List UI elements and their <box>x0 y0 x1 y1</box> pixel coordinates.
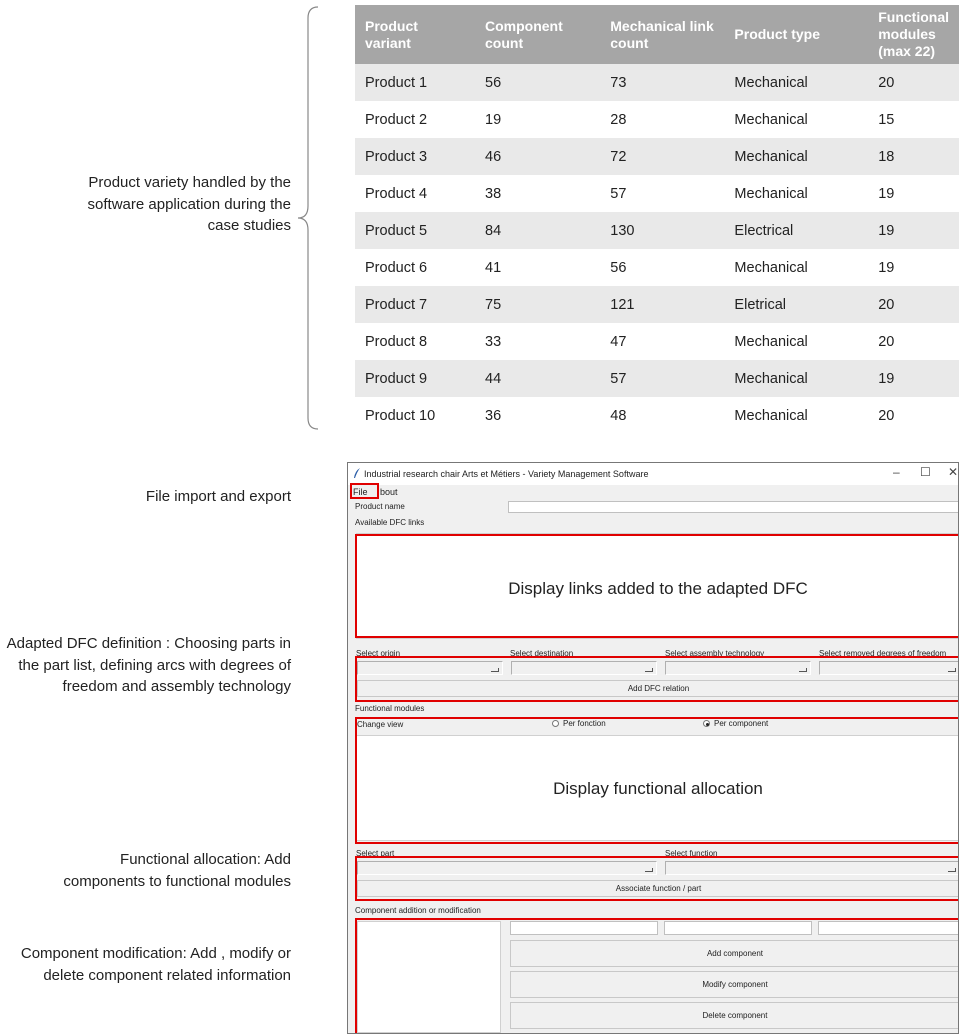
annotation-component-modification: Component modification: Add , modify or … <box>20 945 291 984</box>
table-cell: Product 5 <box>355 212 475 249</box>
component-section-label: Component addition or modification <box>355 906 481 915</box>
table-cell: 19 <box>868 360 959 397</box>
table-cell: 15 <box>868 101 959 138</box>
table-row: Product 7 75 121 Eletrical 20 <box>355 286 959 323</box>
table-cell: 121 <box>600 286 725 323</box>
table-row: Product 5 84 130 Electrical 19 <box>355 212 959 249</box>
annotation-product-variety: Product variety handled by the software … <box>87 174 291 234</box>
table-row: Product 4 38 57 Mechanical 19 <box>355 175 959 212</box>
table-cell: 57 <box>600 360 725 397</box>
table-row: Product 9 44 57 Mechanical 19 <box>355 360 959 397</box>
table-cell: Mechanical <box>724 397 869 434</box>
functional-modules-label: Functional modules <box>355 704 425 713</box>
table-cell: 47 <box>600 323 725 360</box>
highlight-links-panel <box>355 534 958 638</box>
table-cell: Product 6 <box>355 249 475 286</box>
table-cell: 20 <box>868 64 959 101</box>
table-cell: Mechanical <box>724 138 869 175</box>
column-header: Functional modules (max 22) <box>868 5 959 64</box>
table-cell: Product 9 <box>355 360 475 397</box>
maximize-button[interactable]: ☐ <box>920 465 931 479</box>
curly-brace-icon <box>297 6 319 430</box>
table-row: Product 10 36 48 Mechanical 20 <box>355 397 959 434</box>
table-cell: Product 8 <box>355 323 475 360</box>
table-row: Product 8 33 47 Mechanical 20 <box>355 323 959 360</box>
table-cell: 48 <box>600 397 725 434</box>
table-cell: 36 <box>475 397 601 434</box>
table-cell: 20 <box>868 286 959 323</box>
table-cell: 33 <box>475 323 601 360</box>
table-cell: Mechanical <box>724 175 869 212</box>
table-cell: Product 3 <box>355 138 475 175</box>
product-name-label: Product name <box>355 502 405 511</box>
table-cell: 19 <box>868 175 959 212</box>
column-header: Component count <box>475 5 601 64</box>
menu-about[interactable]: bout <box>380 487 398 497</box>
table-row: Product 6 41 56 Mechanical 19 <box>355 249 959 286</box>
table-cell: 41 <box>475 249 601 286</box>
table-cell: 72 <box>600 138 725 175</box>
product-name-input[interactable] <box>508 501 958 513</box>
table-cell: Mechanical <box>724 249 869 286</box>
table-cell: Mechanical <box>724 360 869 397</box>
table-cell: Product 2 <box>355 101 475 138</box>
annotation-file-import-export: File import and export <box>145 488 291 505</box>
table-cell: 38 <box>475 175 601 212</box>
table-cell: Product 1 <box>355 64 475 101</box>
table-cell: 56 <box>475 64 601 101</box>
product-variety-table: Product variant Component count Mechanic… <box>355 5 959 434</box>
menu-bar: File bout <box>348 485 958 499</box>
table-cell: Eletrical <box>724 286 869 323</box>
table-cell: 130 <box>600 212 725 249</box>
table-cell: Mechanical <box>724 64 869 101</box>
table-cell: 57 <box>600 175 725 212</box>
highlight-file-menu <box>350 483 379 499</box>
table-cell: Product 10 <box>355 397 475 434</box>
table-cell: 18 <box>868 138 959 175</box>
table-cell: 19 <box>868 249 959 286</box>
highlight-allocation-panel <box>355 717 958 844</box>
table-cell: 44 <box>475 360 601 397</box>
feather-icon <box>354 468 360 478</box>
table-cell: Mechanical <box>724 101 869 138</box>
column-header: Product type <box>724 5 869 64</box>
table-cell: Product 7 <box>355 286 475 323</box>
annotation-adapted-dfc: Adapted DFC definition : Choosing parts … <box>6 635 291 695</box>
table-cell: 56 <box>600 249 725 286</box>
table-cell: Electrical <box>724 212 869 249</box>
available-links-label: Available DFC links <box>355 518 425 527</box>
column-header: Mechanical link count <box>600 5 725 64</box>
highlight-dfc-definition <box>355 656 958 702</box>
highlight-component-section <box>355 918 958 1033</box>
table-header-row: Product variant Component count Mechanic… <box>355 5 959 64</box>
table-cell: 84 <box>475 212 601 249</box>
window-title: Industrial research chair Arts et Métier… <box>364 469 649 479</box>
table-cell: 19 <box>868 212 959 249</box>
table-cell: 46 <box>475 138 601 175</box>
annotation-functional-allocation: Functional allocation: Add components to… <box>63 851 291 890</box>
table-cell: 73 <box>600 64 725 101</box>
close-button[interactable]: ✕ <box>948 465 958 479</box>
table-cell: Product 4 <box>355 175 475 212</box>
table-row: Product 1 56 73 Mechanical 20 <box>355 64 959 101</box>
table-cell: 19 <box>475 101 601 138</box>
table-row: Product 3 46 72 Mechanical 18 <box>355 138 959 175</box>
table-cell: Mechanical <box>724 323 869 360</box>
table-cell: 20 <box>868 397 959 434</box>
column-header: Product variant <box>355 5 475 64</box>
table-cell: 28 <box>600 101 725 138</box>
app-window: Industrial research chair Arts et Métier… <box>347 462 959 1034</box>
table-cell: 75 <box>475 286 601 323</box>
title-bar: Industrial research chair Arts et Métier… <box>348 463 958 485</box>
highlight-allocation-controls <box>355 856 958 901</box>
table-row: Product 2 19 28 Mechanical 15 <box>355 101 959 138</box>
minimize-button[interactable]: – <box>893 465 900 479</box>
table-cell: 20 <box>868 323 959 360</box>
